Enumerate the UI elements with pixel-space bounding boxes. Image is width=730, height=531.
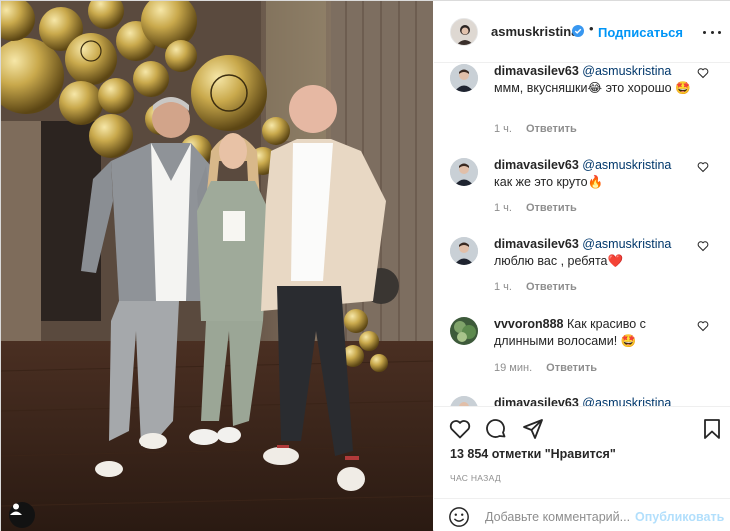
comment-input[interactable] <box>485 508 635 526</box>
comment-time[interactable]: 19 мин. <box>494 362 532 374</box>
author-avatar[interactable] <box>450 18 478 46</box>
commenter-avatar[interactable] <box>450 396 478 406</box>
comment-time[interactable]: 1 ч. <box>494 123 512 135</box>
avatar-image <box>450 158 478 186</box>
comment-mention[interactable]: @asmuskristina <box>582 396 671 406</box>
avatar-image <box>451 19 477 45</box>
comment-mention[interactable]: @asmuskristina <box>582 158 671 172</box>
reply-button[interactable]: Ответить <box>526 281 577 293</box>
comment-mention[interactable]: @asmuskristina <box>582 64 671 78</box>
comment-body: люблю вас , ребята❤️ <box>494 254 624 268</box>
comment-mention[interactable]: @asmuskristina <box>582 237 671 251</box>
comment-heart-icon[interactable] <box>697 67 709 79</box>
comment-text: dimavasilev63 @asmuskristina как же это … <box>494 157 694 191</box>
comment-text: dimavasilev63 @asmuskristina люблю вас ,… <box>494 236 694 270</box>
post-dialog: asmuskristina • Подписаться dimavasilev6… <box>0 0 730 531</box>
commenter-avatar[interactable] <box>450 317 478 345</box>
comment-time[interactable]: 1 ч. <box>494 202 512 214</box>
bookmark-icon[interactable] <box>700 417 724 441</box>
comment-username[interactable]: dimavasilev63 <box>494 237 579 251</box>
ellipsis-icon[interactable] <box>703 24 721 40</box>
avatar-image <box>450 317 478 345</box>
post-side-panel: asmuskristina • Подписаться dimavasilev6… <box>434 1 730 531</box>
add-comment-bar: Опубликовать <box>434 498 730 531</box>
author-username[interactable]: asmuskristina <box>491 24 578 39</box>
comment-meta: 19 мин. Ответить <box>494 362 597 374</box>
commenter-avatar[interactable] <box>450 237 478 265</box>
comments-list[interactable]: dimavasilev63 @asmuskristina ммм, вкусня… <box>434 63 730 406</box>
avatar-image <box>450 64 478 92</box>
comment-meta: 1 ч. Ответить <box>494 281 577 293</box>
person-icon <box>10 503 22 515</box>
post-photo[interactable] <box>1 1 433 531</box>
publish-button[interactable]: Опубликовать <box>635 510 724 524</box>
reply-button[interactable]: Ответить <box>526 202 577 214</box>
comment-time[interactable]: 1 ч. <box>494 281 512 293</box>
speech-bubble-icon[interactable] <box>484 417 508 441</box>
post-header: asmuskristina • Подписаться <box>434 1 730 63</box>
comment-text: vvvoron888 Как красиво с длинными волоса… <box>494 316 694 350</box>
tagged-user-icon[interactable] <box>9 502 35 528</box>
avatar-image <box>450 237 478 265</box>
paper-plane-icon[interactable] <box>521 417 545 441</box>
post-timestamp[interactable]: ЧАС НАЗАД <box>450 473 501 483</box>
follow-button[interactable]: Подписаться <box>598 25 683 40</box>
avatar-image <box>450 396 478 406</box>
comment-body: ммм, вкусняшки😂 это хорошо 🤩 <box>494 81 691 95</box>
post-actions-bar <box>434 406 730 449</box>
comment-heart-icon[interactable] <box>697 161 709 173</box>
comment-meta: 1 ч. Ответить <box>494 123 577 135</box>
reply-button[interactable]: Ответить <box>526 123 577 135</box>
comment-text: dimavasilev63 @asmuskristina <box>494 395 694 406</box>
comment-meta: 1 ч. Ответить <box>494 202 577 214</box>
comment-body: как же это круто🔥 <box>494 175 604 189</box>
comment-heart-icon[interactable] <box>697 320 709 332</box>
heart-icon[interactable] <box>448 417 472 441</box>
smiley-icon[interactable] <box>448 506 470 528</box>
commenter-avatar[interactable] <box>450 64 478 92</box>
comment-username[interactable]: dimavasilev63 <box>494 64 579 78</box>
comment-username[interactable]: vvvoron888 <box>494 317 563 331</box>
header-separator: • <box>589 21 594 36</box>
likes-count[interactable]: 13 854 отметки "Нравится" <box>450 447 616 461</box>
verified-badge-icon <box>572 25 584 37</box>
reply-button[interactable]: Ответить <box>546 362 597 374</box>
post-photo-illustration <box>1 1 433 531</box>
comment-text: dimavasilev63 @asmuskristina ммм, вкусня… <box>494 63 694 97</box>
comment-username[interactable]: dimavasilev63 <box>494 158 579 172</box>
comment-heart-icon[interactable] <box>697 240 709 252</box>
commenter-avatar[interactable] <box>450 158 478 186</box>
comment-username[interactable]: dimavasilev63 <box>494 396 579 406</box>
